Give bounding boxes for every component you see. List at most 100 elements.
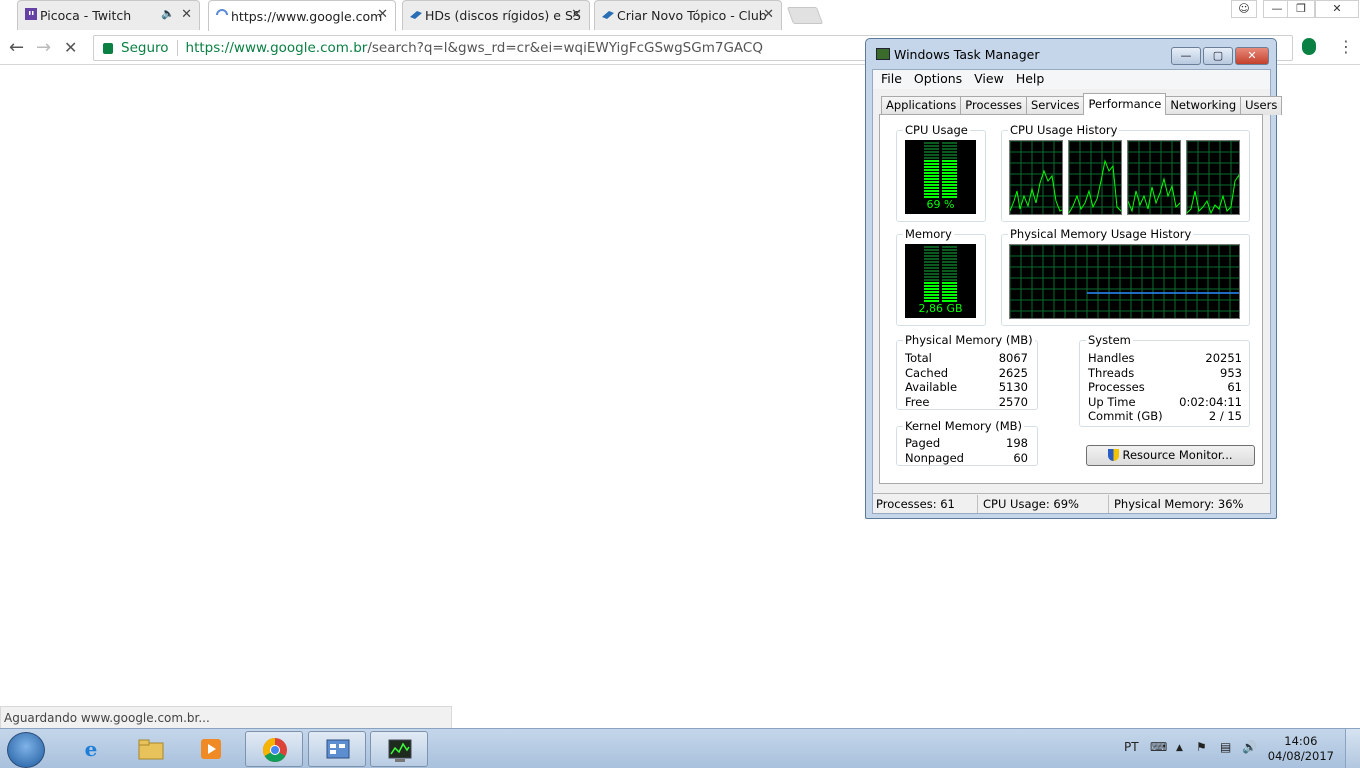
start-button[interactable]: [7, 732, 45, 768]
browser-tab-google[interactable]: https://www.google.com ✕: [208, 0, 396, 31]
tab-processes[interactable]: Processes: [960, 96, 1027, 115]
new-tab-button[interactable]: [786, 7, 824, 24]
performance-panel: CPU Usage 69 % CPU Usage History Memory: [879, 114, 1263, 484]
cpu-usage-label: CPU Usage: [903, 123, 970, 137]
kernel-memory-group: Kernel Memory (MB) Paged 198 Nonpaged 60: [896, 419, 1038, 466]
user-profile-icon[interactable]: ☺: [1231, 0, 1257, 18]
browser-tab-criar-topico[interactable]: Criar Novo Tópico - Club ✕: [594, 0, 782, 30]
resource-monitor-button[interactable]: Resource Monitor...: [1086, 445, 1255, 466]
stop-loading-icon[interactable]: ✕: [64, 38, 77, 57]
divider: [977, 495, 978, 513]
taskbar-task-manager[interactable]: [370, 731, 428, 767]
close-tab-icon[interactable]: ✕: [181, 7, 192, 22]
tab-title: HDs (discos rígidos) e SS: [425, 8, 581, 23]
menu-view[interactable]: View: [974, 70, 1004, 89]
window-title: Windows Task Manager: [876, 47, 1040, 62]
tab-users[interactable]: Users: [1240, 96, 1283, 115]
clock-date: 04/08/2017: [1267, 749, 1334, 763]
cpu-usage-group: CPU Usage 69 %: [896, 123, 986, 222]
system-tray: PT ⌨ ▲ ⚑ ▤ 🔊 14:06 04/08/2017: [1120, 729, 1360, 768]
network-icon[interactable]: ▤: [1220, 740, 1231, 754]
taskbar-internet-explorer[interactable]: e: [62, 731, 120, 767]
close-tab-icon[interactable]: ✕: [763, 7, 774, 22]
twitch-icon: [24, 8, 38, 22]
menu-help[interactable]: Help: [1016, 70, 1045, 89]
title-text: Windows Task Manager: [894, 47, 1040, 62]
secure-label: Seguro: [121, 40, 169, 56]
browser-tab-hds[interactable]: HDs (discos rígidos) e SS ✕: [402, 0, 590, 30]
close-button[interactable]: ✕: [1235, 47, 1269, 65]
media-player-icon: [197, 735, 225, 763]
menu-icon[interactable]: ⋮: [1338, 37, 1354, 56]
back-arrow-icon[interactable]: ←: [9, 37, 24, 58]
tab-bar: Applications Processes Services Performa…: [881, 93, 1283, 115]
language-indicator[interactable]: PT: [1124, 740, 1139, 754]
tab-performance[interactable]: Performance: [1083, 93, 1167, 115]
uac-shield-icon: [1108, 449, 1120, 461]
taskbar-chrome[interactable]: [245, 731, 303, 767]
restore-button[interactable]: ❐: [1287, 0, 1315, 18]
memory-history-label: Physical Memory Usage History: [1008, 227, 1194, 241]
lock-icon: [103, 42, 113, 54]
internet-explorer-icon: e: [84, 737, 98, 761]
physical-memory-title: Physical Memory (MB): [903, 333, 1035, 347]
memory-history-group: Physical Memory Usage History: [1001, 227, 1250, 326]
status-bubble: Aguardando www.google.com.br...: [0, 706, 452, 729]
show-desktop-button[interactable]: [1345, 729, 1360, 768]
tab-networking[interactable]: Networking: [1165, 96, 1242, 115]
clock[interactable]: 14:06 04/08/2017: [1268, 734, 1334, 764]
kernel-memory-title: Kernel Memory (MB): [903, 419, 1024, 433]
url-path: /search?q=l&gws_rd=cr&ei=wqiEWYigFcGSwgS…: [367, 40, 763, 56]
action-center-flag-icon[interactable]: ⚑: [1196, 740, 1207, 754]
memory-history-graph: [1009, 244, 1240, 319]
cpu-history-graph-core-1: [1009, 140, 1063, 215]
system-title: System: [1086, 333, 1133, 347]
forward-arrow-icon[interactable]: →: [36, 37, 51, 58]
cpu-history-label: CPU Usage History: [1008, 123, 1120, 137]
task-manager-icon: [386, 736, 414, 764]
volume-icon[interactable]: 🔊: [1242, 740, 1257, 754]
system-group: System Handles 20251 Threads 953 Processes…: [1079, 333, 1250, 427]
extension-shield-icon[interactable]: [1302, 38, 1316, 55]
cpu-history-graph-core-4: [1186, 140, 1240, 215]
task-manager-window: Windows Task Manager — ▢ ✕ File Options …: [865, 38, 1283, 519]
task-manager-body: File Options View Help Applications Proc…: [872, 69, 1283, 514]
cpu-meter-bars: [924, 142, 957, 198]
browser-tab-strip: Picoca - Twitch 🔈 ✕ https://www.google.c…: [0, 0, 1360, 32]
taskbar: e PT ⌨ ▲ ⚑ ▤ 🔊 14:06 04/08/2017: [0, 728, 1360, 768]
close-window-button[interactable]: ✕: [1315, 0, 1359, 18]
loading-spinner-icon: [215, 8, 229, 22]
close-tab-icon[interactable]: ✕: [377, 7, 388, 22]
tab-services[interactable]: Services: [1025, 96, 1085, 115]
memory-label: Memory: [903, 227, 954, 241]
status-cpu: CPU Usage: 69%: [983, 497, 1079, 511]
taskbar-file-explorer[interactable]: [122, 731, 180, 767]
close-tab-icon[interactable]: ✕: [571, 7, 582, 22]
menu-file[interactable]: File: [881, 70, 902, 89]
minimize-button[interactable]: —: [1171, 47, 1201, 65]
browser-tab-twitch[interactable]: Picoca - Twitch 🔈 ✕: [17, 0, 200, 30]
status-bar: Processes: 61 CPU Usage: 69% Physical Me…: [873, 493, 1270, 513]
show-hidden-icons-icon[interactable]: ▲: [1176, 743, 1183, 753]
cpu-meter: 69 %: [905, 140, 976, 214]
tab-title: https://www.google.com: [231, 8, 383, 24]
memory-value: 2,86 GB: [918, 302, 963, 315]
menu-options[interactable]: Options: [914, 70, 962, 89]
menu-bar: File Options View Help: [873, 70, 1270, 89]
keyboard-icon[interactable]: ⌨: [1150, 740, 1167, 754]
tab-title: Criar Novo Tópico - Club: [617, 8, 767, 23]
taskbar-control-panel[interactable]: [308, 731, 366, 767]
cpu-history-graph-core-3: [1127, 140, 1181, 215]
cpu-history-graph-core-2: [1068, 140, 1122, 215]
physical-memory-group: Physical Memory (MB) Total 8067 Cached 262…: [896, 333, 1038, 410]
task-manager-icon: [876, 48, 890, 60]
tab-applications[interactable]: Applications: [881, 96, 962, 115]
speaker-icon[interactable]: 🔈: [161, 7, 175, 20]
taskbar-media-player[interactable]: [182, 731, 240, 767]
forum-icon: [409, 8, 423, 22]
url-host: https://www.google.com.br: [185, 40, 368, 56]
maximize-button[interactable]: ▢: [1203, 47, 1233, 65]
status-processes: Processes: 61: [876, 497, 955, 511]
status-memory: Physical Memory: 36%: [1114, 497, 1244, 511]
control-panel-icon: [324, 736, 352, 764]
